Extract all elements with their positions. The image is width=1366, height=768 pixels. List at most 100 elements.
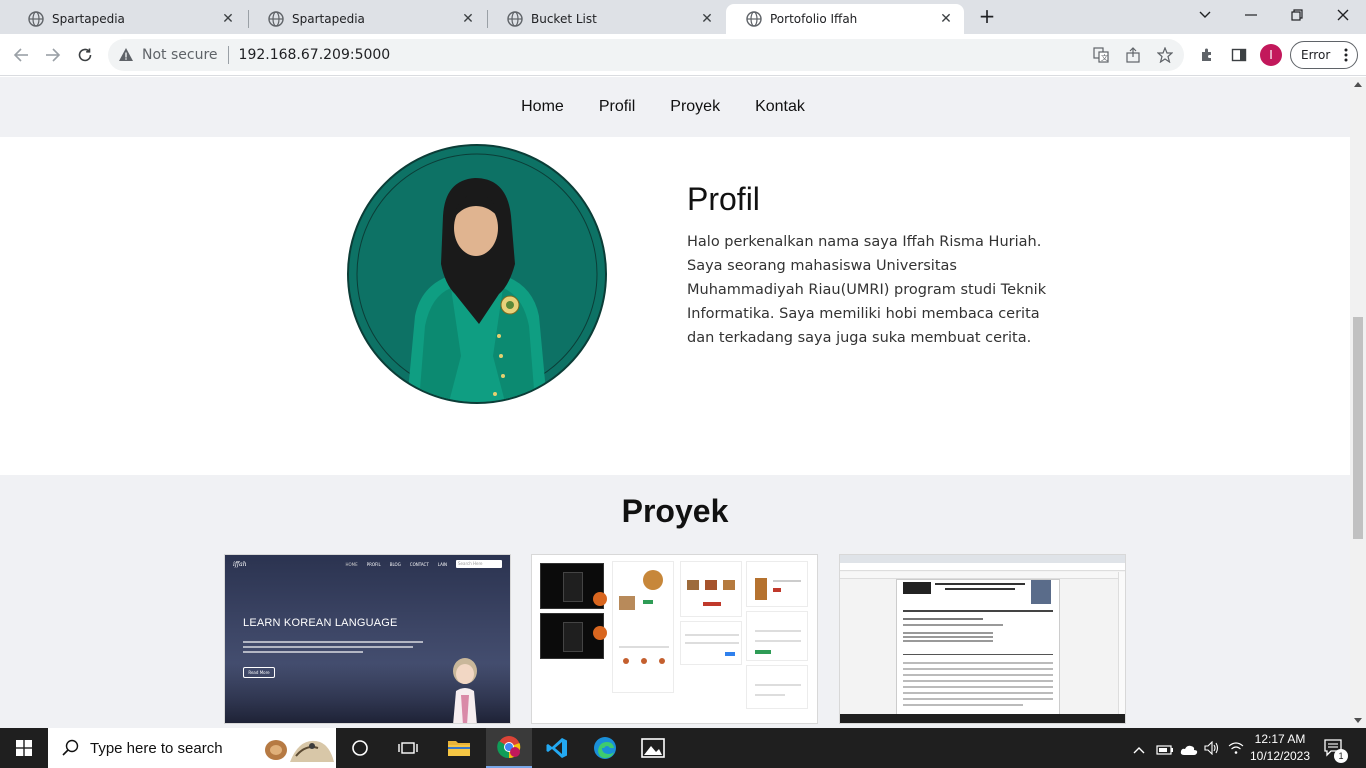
taskbar-app-edge[interactable] <box>582 728 628 768</box>
restore-icon <box>1291 9 1303 21</box>
globe-icon <box>746 11 762 27</box>
mock-hero-text <box>243 641 423 659</box>
tab-spartapedia-2[interactable]: Spartapedia ✕ <box>248 4 486 34</box>
minimize-button[interactable] <box>1228 0 1274 30</box>
tab-bucket-list[interactable]: Bucket List ✕ <box>487 4 725 34</box>
tab-search-button[interactable] <box>1182 0 1228 30</box>
extensions-button[interactable] <box>1194 42 1220 68</box>
close-icon[interactable]: ✕ <box>699 11 715 27</box>
divider <box>227 46 229 64</box>
project-card-journal[interactable] <box>839 554 1126 724</box>
folder-icon <box>448 741 470 756</box>
clock[interactable]: 12:17 AM 10/12/2023 <box>1248 731 1312 765</box>
address-bar[interactable]: Not secure 192.168.67.209:5000 文 <box>108 39 1184 71</box>
star-icon[interactable] <box>1156 46 1174 64</box>
profile-heading: Profil <box>687 181 760 217</box>
tab-portofolio-iffah[interactable]: Portofolio Iffah ✕ <box>726 4 964 34</box>
tab-title: Bucket List <box>531 12 597 26</box>
search-placeholder: Type here to search <box>90 739 223 757</box>
mock-screen-detail <box>746 561 808 607</box>
close-window-button[interactable] <box>1320 0 1366 30</box>
warning-icon[interactable] <box>118 47 134 63</box>
mock-pdf-toolbar <box>840 572 1125 579</box>
page-viewport: Home Profil Proyek Kontak Profil Halo pe… <box>0 77 1350 728</box>
puzzle-icon <box>1202 48 1211 61</box>
mock-screen-login <box>540 563 607 609</box>
security-label[interactable]: Not secure <box>142 47 218 63</box>
onedrive-icon[interactable] <box>1180 741 1198 760</box>
start-button[interactable] <box>0 728 48 768</box>
projects-section: Proyek iffah HOME PROFIL BLOG CONTACT LA… <box>0 475 1350 728</box>
project-card-korean[interactable]: iffah HOME PROFIL BLOG CONTACT LAIN Sear… <box>224 554 511 724</box>
projects-heading: Proyek <box>621 493 729 529</box>
arrow-right-icon <box>46 48 61 62</box>
globe-icon <box>268 11 284 27</box>
mock-read-more-button: Read More <box>243 667 275 678</box>
mock-sidebar <box>1118 572 1125 714</box>
clock-time: 12:17 AM <box>1254 732 1306 746</box>
mock-screen-register <box>540 613 607 659</box>
tab-title: Portofolio Iffah <box>770 12 858 26</box>
restore-button[interactable] <box>1274 0 1320 30</box>
battery-icon[interactable] <box>1156 741 1174 760</box>
taskbar-app-photos[interactable] <box>630 728 676 768</box>
system-tray: 12:17 AM 10/12/2023 1 <box>1128 728 1366 768</box>
taskbar-app-vscode[interactable] <box>534 728 580 768</box>
nav-kontak[interactable]: Kontak <box>755 98 805 116</box>
mock-taskbar <box>840 714 1125 723</box>
taskbar-search-box[interactable]: Type here to search <box>48 728 336 768</box>
share-icon[interactable] <box>1124 46 1142 64</box>
nav-profil[interactable]: Profil <box>599 98 635 116</box>
url-text[interactable]: 192.168.67.209:5000 <box>239 47 391 63</box>
chevron-up-icon[interactable] <box>1132 740 1146 759</box>
minimize-icon <box>1245 14 1257 16</box>
mock-logo: iffah <box>233 560 247 568</box>
close-icon[interactable]: ✕ <box>938 11 954 27</box>
forward-button[interactable] <box>40 42 66 68</box>
mock-screen-profile <box>746 665 808 709</box>
mock-nav-item: BLOG <box>389 561 401 567</box>
vscode-icon <box>546 738 567 758</box>
side-panel-icon <box>1231 48 1247 62</box>
taskbar-app-file-explorer[interactable] <box>436 728 482 768</box>
nav-proyek[interactable]: Proyek <box>670 98 720 116</box>
side-panel-button[interactable] <box>1226 42 1252 68</box>
nav-home[interactable]: Home <box>521 98 564 116</box>
error-button[interactable]: Error <box>1290 41 1358 69</box>
tab-spartapedia-1[interactable]: Spartapedia ✕ <box>8 4 246 34</box>
close-icon[interactable]: ✕ <box>220 11 236 27</box>
mock-navbar: iffah HOME PROFIL BLOG CONTACT LAIN Sear… <box>225 555 510 573</box>
scroll-thumb[interactable] <box>1353 317 1363 539</box>
mock-nav-item: LAIN <box>437 561 447 567</box>
profile-avatar[interactable]: I <box>1260 44 1282 66</box>
clock-date: 10/12/2023 <box>1249 749 1311 763</box>
close-icon[interactable]: ✕ <box>460 11 476 27</box>
photos-icon <box>641 738 665 758</box>
error-label: Error <box>1301 48 1331 62</box>
search-icon <box>62 739 79 756</box>
profile-description: Halo perkenalkan nama saya Iffah Risma H… <box>687 234 1047 346</box>
page-scrollbar[interactable] <box>1350 77 1366 728</box>
scroll-up-icon[interactable] <box>1354 81 1362 89</box>
reload-button[interactable] <box>72 42 98 68</box>
translate-icon[interactable]: 文 <box>1092 46 1110 64</box>
wifi-icon[interactable] <box>1228 740 1244 759</box>
reload-icon <box>78 48 92 62</box>
tab-title: Spartapedia <box>52 12 125 26</box>
scroll-down-icon[interactable] <box>1354 716 1362 724</box>
mock-screen-form <box>746 611 808 661</box>
new-tab-button[interactable]: + <box>976 6 998 28</box>
project-card-spartapedia[interactable] <box>531 554 818 724</box>
volume-icon[interactable] <box>1204 740 1220 759</box>
notification-badge: 1 <box>1334 749 1348 763</box>
search-highlight-illustration <box>265 740 334 762</box>
profile-person-illustration <box>356 153 598 402</box>
task-view-button-2[interactable] <box>388 728 428 768</box>
chevron-down-icon <box>1199 11 1211 18</box>
back-button[interactable] <box>8 42 34 68</box>
mock-screen-home <box>612 561 674 693</box>
mock-search-input: Search Here <box>456 560 502 568</box>
task-view-button[interactable] <box>340 728 380 768</box>
svg-text:文: 文 <box>1101 53 1108 62</box>
taskbar-app-chrome[interactable] <box>486 728 532 768</box>
